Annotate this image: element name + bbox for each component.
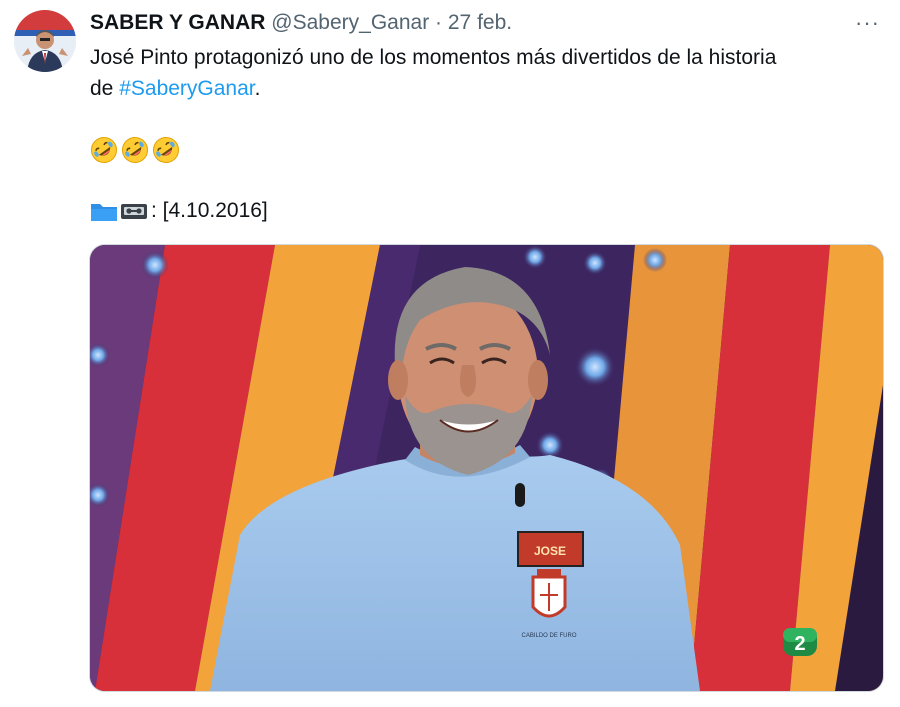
- rolling-on-floor-laughing-emoji: [153, 137, 179, 163]
- avatar-image: [14, 10, 76, 72]
- tweet-text-line-1: José Pinto protagonizó uno de los moment…: [90, 46, 777, 69]
- avatar[interactable]: [14, 10, 76, 72]
- rolling-on-floor-laughing-emoji: [122, 137, 148, 163]
- tweet-text: José Pinto protagonizó uno de los moment…: [90, 42, 880, 104]
- more-options-button[interactable]: ···: [855, 10, 880, 36]
- channel-logo-2: 2: [794, 633, 805, 655]
- crest-caption: CABILDO DE FURO: [521, 633, 576, 639]
- name-badge-text: JOSE: [534, 544, 566, 558]
- folder-icon: [91, 204, 117, 221]
- tweet-text-line-2: de #SaberyGanar.: [90, 73, 880, 104]
- tweet-date[interactable]: 27 feb.: [448, 11, 512, 34]
- user-handle[interactable]: @Sabery_Ganar: [271, 11, 429, 34]
- media-image[interactable]: JOSE CABILDO DE FURO 2: [89, 244, 884, 692]
- separator-dot: ·: [435, 11, 443, 34]
- contestant-photo: JOSE CABILDO DE FURO 2: [90, 245, 883, 691]
- tweet-header: SABER Y GANAR @Sabery_Ganar · 27 feb.: [90, 10, 512, 36]
- text-suffix: .: [254, 77, 261, 100]
- broadcast-date: : [4.10.2016]: [151, 199, 268, 222]
- videocassette-icon: [121, 204, 147, 219]
- rolling-on-floor-laughing-emoji: [91, 137, 117, 163]
- text-prefix: de: [90, 77, 114, 100]
- broadcast-date-line: : [4.10.2016]: [90, 196, 268, 226]
- tweet-card[interactable]: SABER Y GANAR @Sabery_Ganar · 27 feb. ··…: [0, 0, 900, 707]
- hashtag-link[interactable]: #SaberyGanar: [119, 77, 254, 100]
- display-name[interactable]: SABER Y GANAR: [90, 11, 265, 34]
- emoji-row: [90, 136, 180, 164]
